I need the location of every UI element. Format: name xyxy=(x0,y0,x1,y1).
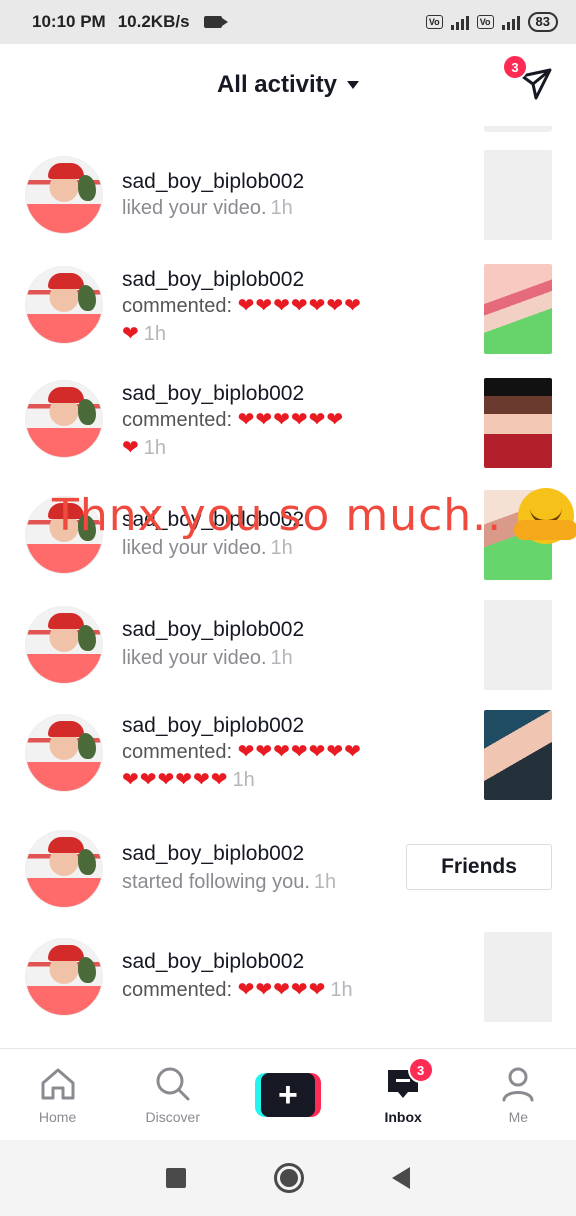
comment-hearts: ❤❤❤❤❤ xyxy=(237,979,327,1001)
search-icon xyxy=(154,1065,192,1103)
hugging-face-emoji-icon xyxy=(514,488,576,544)
timestamp: 1h xyxy=(270,197,293,219)
username[interactable]: sad_boy_biplob002 xyxy=(122,950,304,974)
nav-inbox-label: Inbox xyxy=(384,1109,422,1125)
comment-hearts: ❤❤❤❤❤❤❤ xyxy=(237,741,362,763)
username[interactable]: sad_boy_biplob002 xyxy=(122,382,304,406)
timestamp: 1h xyxy=(232,769,255,791)
comment-hearts-cont: ❤ xyxy=(122,323,140,345)
avatar[interactable] xyxy=(25,266,103,344)
network-speed: 10.2KB/s xyxy=(117,12,190,31)
action-text: commented: xyxy=(122,741,233,763)
timestamp: 1h xyxy=(330,979,353,1001)
nav-home[interactable]: Home xyxy=(0,1049,115,1140)
avatar[interactable] xyxy=(25,156,103,234)
plus-icon: + xyxy=(260,1073,315,1117)
bottom-nav: Home Discover + 3 Inbox Me xyxy=(0,1048,576,1140)
status-time: 10:10 PM xyxy=(32,12,106,31)
system-nav-bar xyxy=(0,1140,576,1216)
nav-me-label: Me xyxy=(508,1109,529,1125)
comment-hearts: ❤❤❤❤❤❤ xyxy=(237,409,345,431)
overlay-caption: Thnx you so much.. xyxy=(52,490,503,541)
activity-text: commented: ❤❤❤❤❤❤❤ ❤❤❤❤❤❤ 1h xyxy=(122,738,452,794)
activity-list[interactable]: sad_boy_biplob002 liked your video. 1h sa… xyxy=(0,126,576,1048)
video-thumbnail[interactable] xyxy=(484,600,552,690)
volte-icon: Vo xyxy=(425,15,443,29)
nav-create[interactable]: + xyxy=(230,1049,345,1140)
video-thumbnail[interactable] xyxy=(484,378,552,468)
video-camera-icon xyxy=(203,16,228,28)
signal-icon xyxy=(450,14,469,30)
list-item[interactable]: sad_boy_biplob002 commented: ❤❤❤❤❤ 1h xyxy=(0,932,576,1036)
username[interactable]: sad_boy_biplob002 xyxy=(122,714,304,738)
header: All activity 3 xyxy=(0,44,576,126)
list-item[interactable]: sad_boy_biplob002 commented: ❤❤❤❤❤❤❤ ❤❤❤… xyxy=(0,710,576,822)
list-item[interactable]: sad_boy_biplob002 commented: ❤❤❤❤❤❤❤ ❤ 1h xyxy=(0,264,576,374)
timestamp: 1h xyxy=(313,871,337,893)
video-thumbnail[interactable] xyxy=(484,264,552,354)
video-thumbnail[interactable] xyxy=(484,710,552,800)
list-item[interactable]: sad_boy_biplob002 commented: ❤❤❤❤❤❤ ❤ 1h xyxy=(0,378,576,488)
nav-discover-label: Discover xyxy=(145,1109,201,1125)
profile-icon xyxy=(499,1065,537,1103)
action-text: commented: xyxy=(122,409,233,431)
action-text: liked your video. xyxy=(122,197,267,219)
battery-indicator: 83 xyxy=(527,12,558,32)
status-bar: 10:10 PM 10.2KB/s Vo Vo 83 xyxy=(0,0,576,44)
comment-hearts: ❤❤❤❤❤❤❤ xyxy=(237,295,362,317)
comment-hearts-cont: ❤❤❤❤❤❤ xyxy=(122,769,229,791)
nav-home-label: Home xyxy=(38,1109,77,1125)
avatar[interactable] xyxy=(25,380,103,458)
activity-text: commented: ❤❤❤❤❤❤❤ ❤ 1h xyxy=(122,292,452,348)
timestamp: 1h xyxy=(143,437,167,459)
back-icon[interactable] xyxy=(392,1167,410,1189)
video-thumbnail[interactable] xyxy=(484,932,552,1022)
list-item[interactable]: sad_boy_biplob002 liked your video. 1h xyxy=(0,600,576,704)
username[interactable]: sad_boy_biplob002 xyxy=(122,170,304,194)
timestamp: 1h xyxy=(270,647,293,669)
activity-text: liked your video. 1h xyxy=(122,194,293,222)
username[interactable]: sad_boy_biplob002 xyxy=(122,842,304,866)
caret-down-icon xyxy=(347,81,360,89)
home-system-icon[interactable] xyxy=(274,1163,304,1193)
direct-message-button[interactable]: 3 xyxy=(502,54,554,104)
username[interactable]: sad_boy_biplob002 xyxy=(122,268,304,292)
action-text: started following you. xyxy=(122,871,310,893)
timestamp: 1h xyxy=(143,323,167,345)
friends-button[interactable]: Friends xyxy=(406,844,552,890)
action-text: commented: xyxy=(122,979,233,1001)
action-text: liked your video. xyxy=(122,647,267,669)
avatar[interactable] xyxy=(25,714,103,792)
video-thumbnail[interactable] xyxy=(484,150,552,240)
username[interactable]: sad_boy_biplob002 xyxy=(122,618,304,642)
activity-text: commented: ❤❤❤❤❤ 1h xyxy=(122,976,353,1004)
message-badge: 3 xyxy=(502,54,528,80)
recent-apps-icon[interactable] xyxy=(166,1168,186,1188)
inbox-badge: 3 xyxy=(407,1057,434,1083)
action-text: commented: xyxy=(122,295,233,317)
activity-text: commented: ❤❤❤❤❤❤ ❤ 1h xyxy=(122,406,452,462)
activity-text: started following you. 1h xyxy=(122,868,336,896)
list-item[interactable]: sad_boy_biplob002 liked your video. 1h xyxy=(0,150,576,254)
list-item[interactable]: sad_boy_biplob002 started following you.… xyxy=(0,828,576,928)
comment-hearts-cont: ❤ xyxy=(122,437,140,459)
activity-filter-dropdown[interactable]: All activity xyxy=(216,71,360,99)
avatar[interactable] xyxy=(25,938,103,1016)
home-icon xyxy=(39,1065,77,1103)
nav-discover[interactable]: Discover xyxy=(115,1049,230,1140)
avatar[interactable] xyxy=(25,830,103,908)
create-button[interactable]: + xyxy=(254,1073,321,1117)
page-title: All activity xyxy=(216,71,338,98)
avatar[interactable] xyxy=(25,606,103,684)
activity-text: liked your video. 1h xyxy=(122,644,293,672)
nav-me[interactable]: Me xyxy=(461,1049,576,1140)
volte-icon-2: Vo xyxy=(476,15,494,29)
nav-inbox[interactable]: 3 Inbox xyxy=(346,1049,461,1140)
signal-4g-icon xyxy=(501,14,520,30)
thumbnail-fragment xyxy=(484,126,552,132)
